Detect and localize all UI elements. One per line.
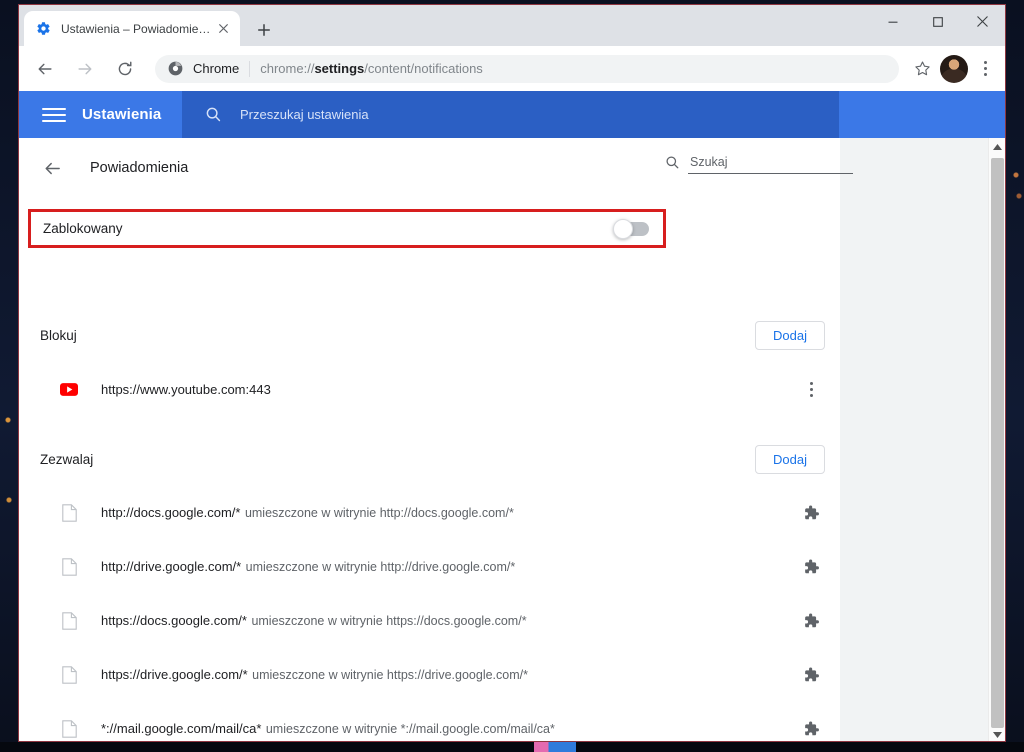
url-prefix: chrome://: [260, 61, 314, 76]
site-url: https://www.youtube.com:443: [101, 382, 271, 397]
settings-search-input[interactable]: [240, 107, 760, 122]
page-title: Powiadomienia: [90, 160, 188, 176]
tab-title: Ustawienia – Powiadomienia: [61, 22, 214, 36]
search-icon: [664, 154, 680, 170]
site-subtitle: umieszczone w witrynie http://drive.goog…: [246, 560, 516, 574]
back-navigation-icon[interactable]: [29, 53, 61, 85]
youtube-favicon: [59, 379, 79, 399]
chrome-logo-icon: [167, 61, 183, 77]
section-header-block: Blokuj Dodaj: [19, 308, 840, 362]
settings-search-box[interactable]: [182, 91, 839, 138]
page-search-input[interactable]: [688, 155, 853, 174]
table-row[interactable]: http://drive.google.com/* umieszczone w …: [19, 540, 840, 594]
extension-puzzle-icon[interactable]: [797, 661, 825, 689]
close-icon[interactable]: [214, 20, 232, 38]
desktop-background: Ustawienia – Powiadomienia: [0, 0, 1024, 752]
document-icon: [59, 611, 79, 631]
site-text: http://drive.google.com/* umieszczone w …: [101, 557, 797, 577]
browser-toolbar: Chrome chrome://settings/content/notific…: [19, 46, 1005, 91]
omnibox-divider: [249, 61, 250, 77]
site-url: http://drive.google.com/*: [101, 559, 241, 574]
settings-content-area: Powiadomienia Zablokowa: [19, 138, 1005, 742]
url-host-bold: settings: [314, 61, 364, 76]
site-url: https://docs.google.com/*: [101, 613, 247, 628]
tab-strip: Ustawienia – Powiadomienia: [19, 5, 1005, 46]
scroll-down-icon[interactable]: [989, 726, 1005, 742]
table-row[interactable]: *://mail.google.com/mail/ca* umieszczone…: [19, 702, 840, 742]
toggle-knob: [613, 219, 633, 239]
site-url: http://docs.google.com/*: [101, 505, 240, 520]
hamburger-menu-icon[interactable]: [42, 103, 66, 127]
search-icon: [204, 106, 222, 124]
document-icon: [59, 665, 79, 685]
table-row[interactable]: https://www.youtube.com:443: [19, 362, 840, 416]
site-text: *://mail.google.com/mail/ca* umieszczone…: [101, 719, 797, 739]
more-vertical-icon[interactable]: [797, 375, 825, 403]
site-subtitle: umieszczone w witrynie https://docs.goog…: [251, 614, 526, 628]
settings-card: Powiadomienia Zablokowa: [19, 138, 840, 742]
site-url: https://drive.google.com/*: [101, 667, 248, 682]
site-text: https://docs.google.com/* umieszczone w …: [101, 611, 797, 631]
site-subtitle: umieszczone w witrynie http://docs.googl…: [245, 506, 514, 520]
site-subtitle: umieszczone w witrynie *://mail.google.c…: [266, 722, 555, 736]
extension-puzzle-icon[interactable]: [797, 715, 825, 742]
document-icon: [59, 557, 79, 577]
omnibox-url: chrome://settings/content/notifications: [260, 61, 483, 76]
settings-header: Ustawienia: [19, 91, 1005, 138]
table-row[interactable]: http://docs.google.com/* umieszczone w w…: [19, 486, 840, 540]
minimize-button[interactable]: [870, 5, 915, 38]
new-tab-button[interactable]: [251, 17, 277, 43]
settings-gear-icon: [35, 21, 51, 37]
omnibox-chip-label: Chrome: [193, 61, 239, 76]
add-allow-button[interactable]: Dodaj: [755, 445, 825, 474]
add-block-button[interactable]: Dodaj: [755, 321, 825, 350]
close-button[interactable]: [960, 5, 1005, 38]
avatar[interactable]: [940, 55, 968, 83]
site-text: http://docs.google.com/* umieszczone w w…: [101, 503, 797, 523]
address-bar[interactable]: Chrome chrome://settings/content/notific…: [155, 55, 899, 83]
highlight-box: Zablokowany: [28, 209, 666, 248]
page-subheader: Powiadomienia: [19, 138, 840, 198]
blocked-setting-toggle[interactable]: [615, 222, 649, 236]
blocked-setting-label: Zablokowany: [43, 221, 615, 236]
table-row[interactable]: https://docs.google.com/* umieszczone w …: [19, 594, 840, 648]
site-text: https://www.youtube.com:443: [101, 380, 797, 399]
section-label: Blokuj: [40, 328, 755, 343]
maximize-button[interactable]: [915, 5, 960, 38]
extension-puzzle-icon[interactable]: [797, 607, 825, 635]
browser-menu-icon[interactable]: [971, 54, 999, 84]
extension-puzzle-icon[interactable]: [797, 553, 825, 581]
site-url: *://mail.google.com/mail/ca*: [101, 721, 261, 736]
vertical-scrollbar[interactable]: [988, 138, 1005, 742]
browser-window: Ustawienia – Powiadomienia: [18, 4, 1006, 742]
forward-navigation-icon[interactable]: [69, 53, 101, 85]
extension-puzzle-icon[interactable]: [797, 499, 825, 527]
site-text: https://drive.google.com/* umieszczone w…: [101, 665, 797, 685]
table-row[interactable]: https://drive.google.com/* umieszczone w…: [19, 648, 840, 702]
site-subtitle: umieszczone w witrynie https://drive.goo…: [252, 668, 528, 682]
section-header-allow: Zezwalaj Dodaj: [19, 432, 840, 486]
back-arrow-icon[interactable]: [40, 156, 64, 180]
taskbar-item[interactable]: [534, 742, 576, 752]
scrollbar-thumb[interactable]: [991, 158, 1004, 728]
blocked-setting-row[interactable]: Zablokowany: [31, 212, 663, 245]
scroll-up-icon[interactable]: [989, 138, 1005, 155]
document-icon: [59, 503, 79, 523]
desktop-taskbar: [0, 742, 1024, 752]
browser-tab[interactable]: Ustawienia – Powiadomienia: [24, 11, 240, 46]
reload-icon[interactable]: [109, 53, 141, 85]
page-search[interactable]: [664, 154, 840, 174]
bookmark-star-icon[interactable]: [907, 54, 937, 84]
url-suffix: /content/notifications: [364, 61, 483, 76]
settings-title: Ustawienia: [82, 106, 161, 123]
section-label: Zezwalaj: [40, 452, 755, 467]
document-icon: [59, 719, 79, 739]
more-vertical-icon: [984, 61, 987, 76]
window-controls: [870, 5, 1005, 46]
